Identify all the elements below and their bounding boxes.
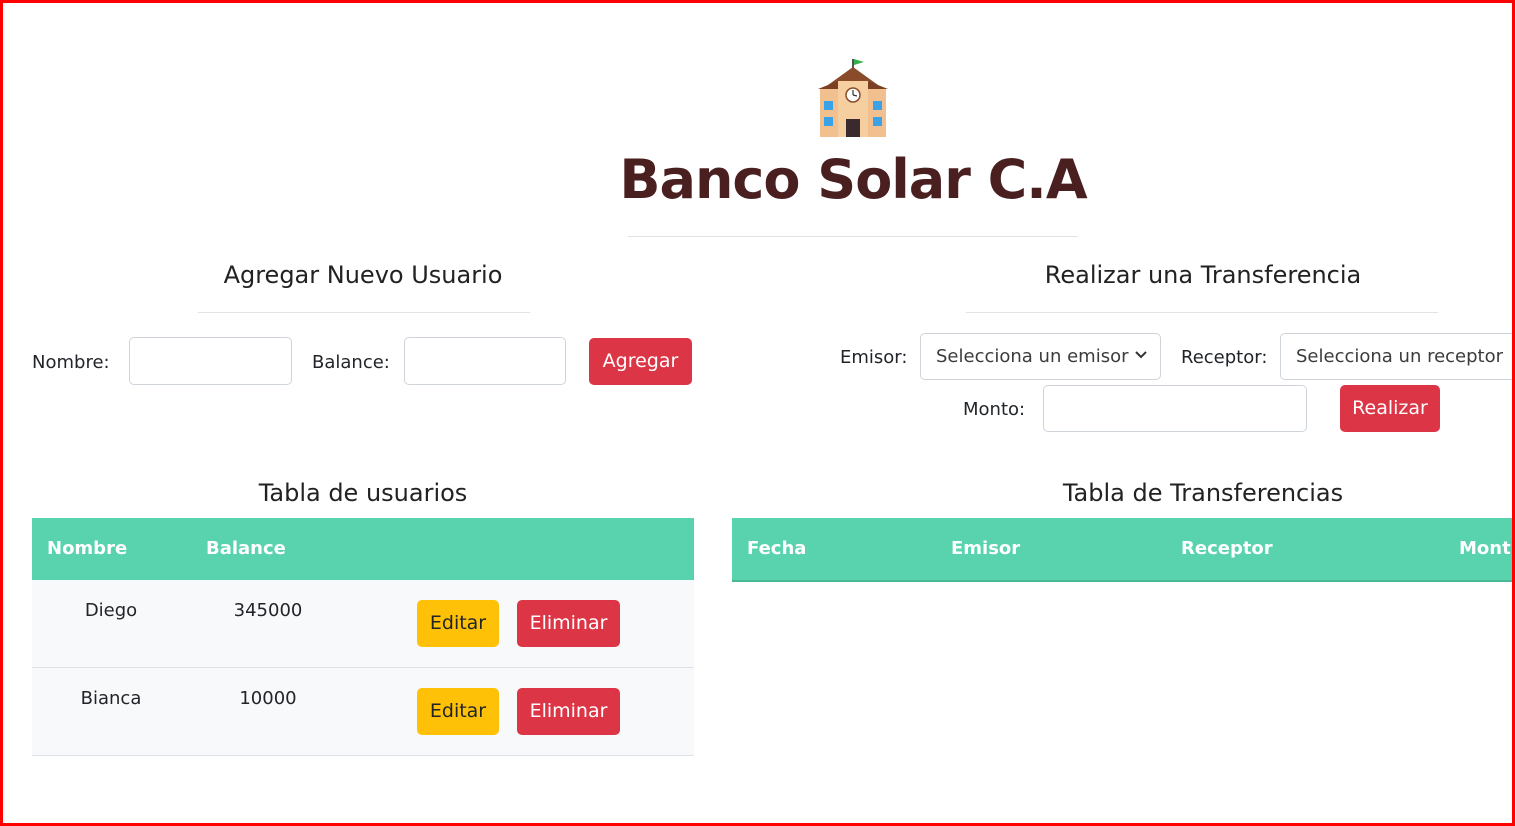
add-user-heading: Agregar Nuevo Usuario <box>223 261 503 289</box>
users-col-balance: Balance <box>206 538 286 559</box>
balance-input[interactable] <box>404 337 566 385</box>
user-name-cell: Diego <box>84 600 138 621</box>
school-building-icon <box>808 55 898 145</box>
transfers-col-receiver: Receptor <box>1181 538 1273 559</box>
receiver-select-value: Selecciona un receptor <box>1296 346 1504 367</box>
sender-select-value: Selecciona un emisor <box>936 346 1129 367</box>
amount-input[interactable] <box>1043 385 1307 432</box>
name-input[interactable] <box>129 337 292 385</box>
transfers-col-sender: Emisor <box>951 538 1021 559</box>
user-balance-cell: 345000 <box>233 600 303 621</box>
user-name-cell: Bianca <box>80 688 142 709</box>
page: Banco Solar C.A Agregar Nuevo Usuario No… <box>3 3 1512 823</box>
sender-label: Emisor: <box>840 347 908 368</box>
users-col-name: Nombre <box>47 538 128 559</box>
amount-label: Monto: <box>963 399 1026 420</box>
name-label: Nombre: <box>32 352 110 373</box>
receiver-select[interactable]: Selecciona un receptor <box>1280 333 1512 380</box>
transfers-col-date: Fecha <box>747 538 807 559</box>
table-row: Bianca 10000 Editar Eliminar <box>32 668 694 756</box>
chevron-down-icon <box>1135 351 1147 359</box>
add-user-divider <box>198 312 530 313</box>
delete-button[interactable]: Eliminar <box>517 688 620 735</box>
user-balance-cell: 10000 <box>239 688 297 709</box>
edit-button[interactable]: Editar <box>417 600 499 647</box>
users-table-heading: Tabla de usuarios <box>258 479 468 507</box>
receiver-label: Receptor: <box>1181 347 1268 368</box>
transfer-button[interactable]: Realizar <box>1340 385 1440 432</box>
balance-label: Balance: <box>312 352 390 373</box>
transfers-table-heading: Tabla de Transferencias <box>1062 479 1344 507</box>
edit-button[interactable]: Editar <box>417 688 499 735</box>
transfer-divider <box>966 312 1438 313</box>
page-title: Banco Solar C.A <box>619 148 1087 211</box>
title-divider <box>628 236 1078 237</box>
add-user-button[interactable]: Agregar <box>589 338 692 385</box>
table-row: Diego 345000 Editar Eliminar <box>32 580 694 668</box>
sender-select[interactable]: Selecciona un emisor <box>920 333 1161 380</box>
transfers-col-amount: Mont <box>1459 538 1511 559</box>
users-table-header: Nombre Balance <box>32 518 694 582</box>
transfer-heading: Realizar una Transferencia <box>1044 261 1362 289</box>
delete-button[interactable]: Eliminar <box>517 600 620 647</box>
transfers-table-header: Fecha Emisor Receptor Mont <box>732 518 1512 582</box>
